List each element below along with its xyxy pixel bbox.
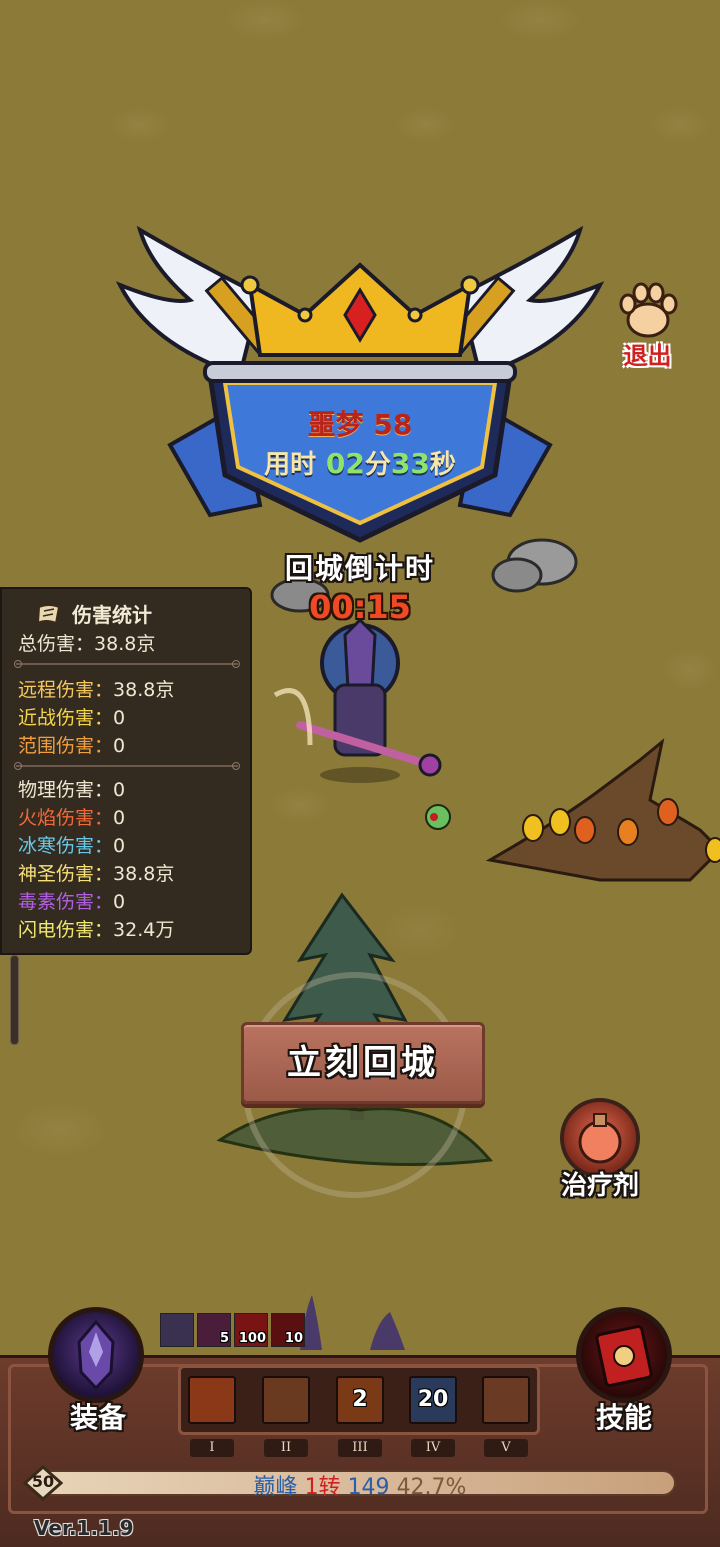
scroll-icon <box>36 603 61 625</box>
damage-value: 38.8京 <box>113 863 175 885</box>
buff-bar: 5 100 10 <box>160 1313 305 1347</box>
rebirth-count: 1转 <box>304 1475 341 1500</box>
skills-button[interactable] <box>576 1307 672 1403</box>
skill-slot-count: 2 <box>352 1387 368 1412</box>
exit-label: 退出 <box>623 342 672 370</box>
skill-book-icon <box>595 1325 653 1387</box>
damage-type-label: 毒素伤害： <box>18 891 114 913</box>
difficulty-label: 噩梦 58 <box>307 408 413 441</box>
minutes-unit: 分 <box>364 450 391 480</box>
skill-slot-numeral: III <box>338 1439 382 1457</box>
skill-slot-numeral: IV <box>411 1439 455 1457</box>
skill-slot-count <box>264 1378 308 1422</box>
damage-stats-panel: 伤害统计 总伤害：38.8京 远程伤害：38.8京 近战伤害：0 范围伤害：0 物理伤害… <box>0 587 252 955</box>
version-label: Ver.1.1.9 <box>34 1516 134 1540</box>
exit-button[interactable]: 退出 <box>610 280 685 370</box>
progress-percent: 42.7% <box>396 1475 467 1500</box>
damage-type-label: 范围伤害： <box>18 735 114 757</box>
damage-row: 毒素伤害：0 <box>18 887 125 914</box>
time-seconds: 33 <box>390 447 430 480</box>
rank-points: 149 <box>347 1475 390 1500</box>
panel-scrollbar[interactable] <box>10 955 19 1045</box>
skill-slot-5[interactable] <box>482 1376 530 1424</box>
shadow-beast-buff-icon[interactable] <box>160 1313 194 1347</box>
damage-row: 近战伤害：0 <box>18 703 125 730</box>
damage-row: 范围伤害：0 <box>18 731 125 758</box>
damage-row: 远程伤害：38.8京 <box>18 675 174 702</box>
damage-type-label: 物理伤害： <box>18 779 114 801</box>
damage-type-label: 闪电伤害： <box>18 919 114 941</box>
time-label: 用时 <box>264 450 317 480</box>
rank-progress: 巅峰 1转 149 42.7% <box>0 1469 720 1501</box>
buff-stack-count: 5 <box>219 1331 229 1346</box>
damage-row: 冰寒伤害：0 <box>18 831 125 858</box>
damage-value: 38.8京 <box>113 679 175 701</box>
dragon-helmet-icon <box>77 1319 115 1391</box>
damage-type-label: 总伤害： <box>18 633 95 655</box>
skill-slot-numeral: V <box>484 1439 528 1457</box>
buff-stack-count: 10 <box>284 1331 303 1346</box>
skill-slot-1[interactable] <box>188 1376 236 1424</box>
red-wave-buff-icon[interactable]: 10 <box>271 1313 305 1347</box>
skill-slot-count <box>190 1378 234 1422</box>
skill-slot-count: 20 <box>417 1387 449 1412</box>
hero-character <box>273 617 442 783</box>
damage-type-label: 冰寒伤害： <box>18 835 114 857</box>
damage-value: 0 <box>113 707 126 729</box>
return-to-town-label: 立刻回城 <box>287 1043 439 1083</box>
seconds-unit: 秒 <box>429 450 456 480</box>
damage-value: 0 <box>113 779 126 801</box>
healing-potion-label: 治疗剂 <box>560 1171 639 1201</box>
damage-stats-header: 伤害统计 <box>36 599 152 628</box>
divider <box>14 660 240 668</box>
dark-claw-buff-icon[interactable]: 5 <box>197 1313 231 1347</box>
damage-row: 火焰伤害：0 <box>18 803 125 830</box>
damage-stats-title: 伤害统计 <box>72 603 152 627</box>
damage-value: 0 <box>113 891 126 913</box>
buff-stack-count: 100 <box>238 1331 266 1346</box>
damage-type-label: 远程伤害： <box>18 679 114 701</box>
damage-type-label: 火焰伤害： <box>18 807 114 829</box>
return-to-town-button[interactable]: 立刻回城 <box>241 1022 485 1104</box>
damage-type-label: 神圣伤害： <box>18 863 114 885</box>
rank-label: 巅峰 <box>253 1475 298 1500</box>
skill-slot-3[interactable]: 2 <box>336 1376 384 1424</box>
skill-slot-numeral: II <box>264 1439 308 1457</box>
damage-row: 神圣伤害：38.8京 <box>18 859 174 886</box>
damage-type-label: 近战伤害： <box>18 707 114 729</box>
potion-icon <box>578 1113 622 1164</box>
damage-row: 物理伤害：0 <box>18 775 125 802</box>
damage-row: 闪电伤害：32.4万 <box>18 915 174 942</box>
return-countdown-label: 回城倒计时 <box>284 552 435 585</box>
skills-label: 技能 <box>595 1401 652 1434</box>
equipment-button[interactable] <box>48 1307 144 1403</box>
damage-value: 0 <box>113 835 126 857</box>
equipment-label: 装备 <box>69 1401 126 1434</box>
paw-icon <box>619 282 677 338</box>
skill-slot-2[interactable] <box>262 1376 310 1424</box>
damage-value: 38.8京 <box>94 633 156 655</box>
damage-value: 0 <box>113 735 126 757</box>
elapsed-time: 用时 02分33秒 <box>0 444 720 481</box>
skill-slot-numeral: I <box>190 1439 234 1457</box>
damage-row: 总伤害：38.8京 <box>18 629 155 656</box>
red-wave-buff-icon[interactable]: 100 <box>234 1313 268 1347</box>
result-crest <box>115 225 605 543</box>
skill-slot-4[interactable]: 20 <box>409 1376 457 1424</box>
damage-value: 0 <box>113 807 126 829</box>
time-minutes: 02 <box>325 447 365 480</box>
skill-slot-count <box>484 1378 528 1422</box>
damage-value: 32.4万 <box>113 919 175 941</box>
divider <box>14 762 240 770</box>
